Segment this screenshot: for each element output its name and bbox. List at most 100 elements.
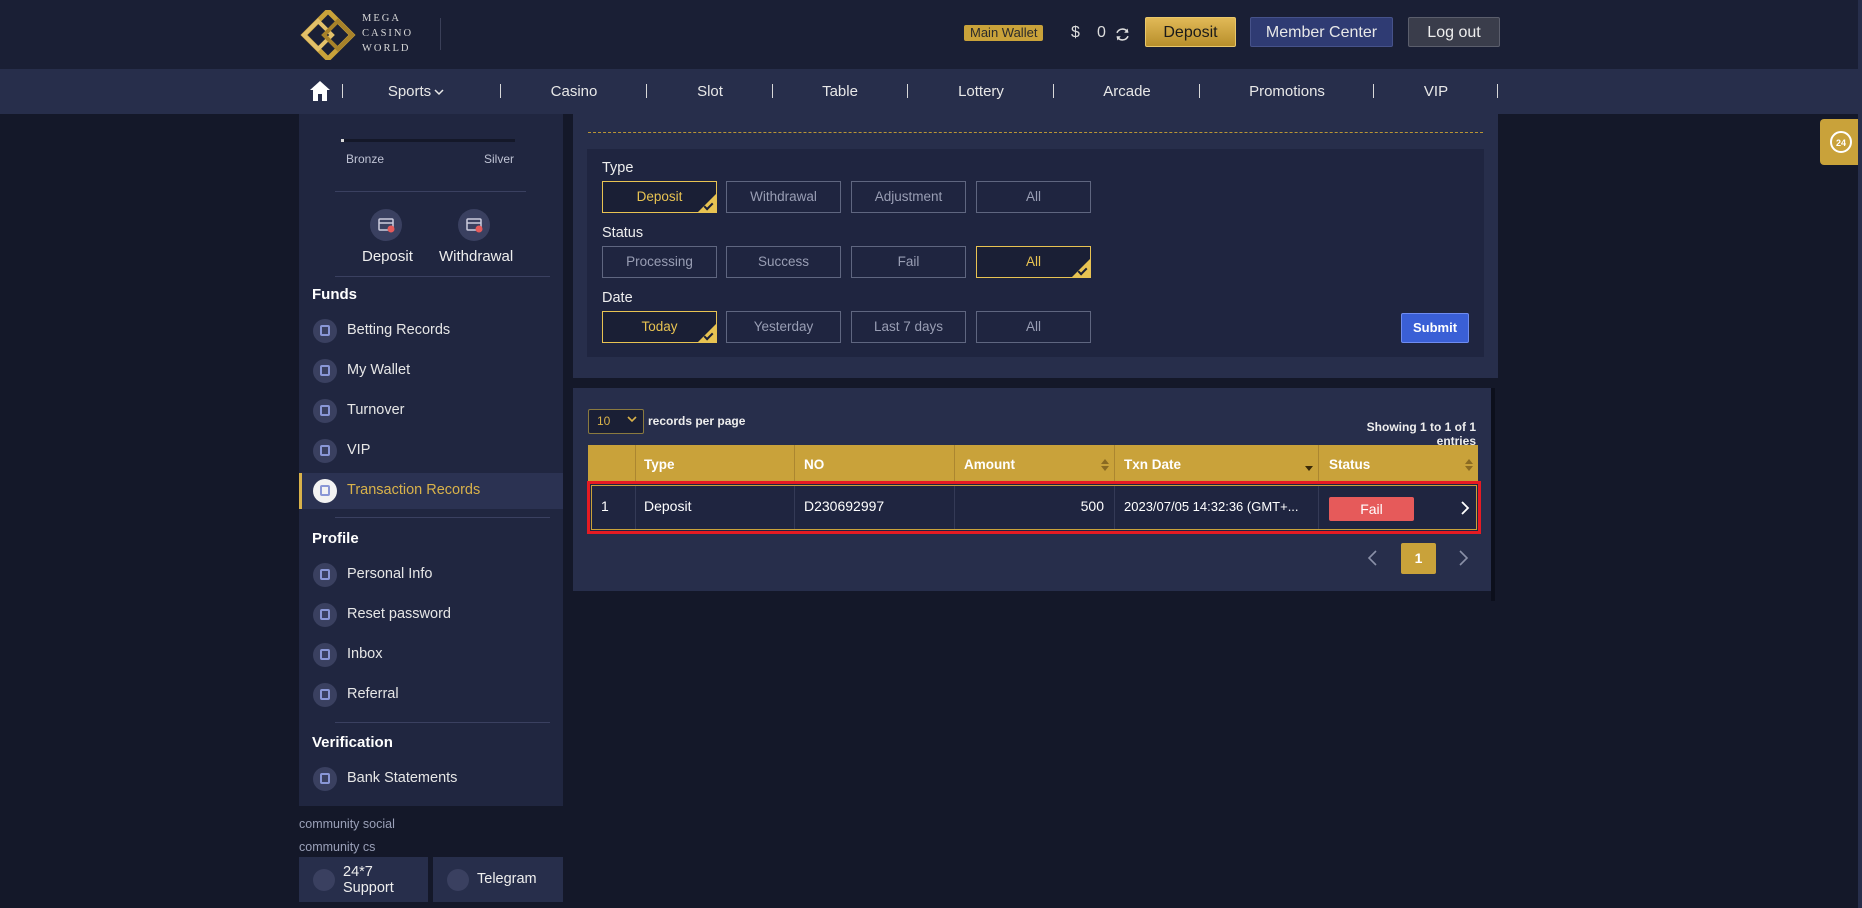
status-success-option[interactable]: Success bbox=[726, 246, 841, 278]
page-number-button[interactable]: 1 bbox=[1401, 543, 1436, 574]
transaction-records-icon bbox=[313, 479, 337, 503]
chevron-down-icon bbox=[434, 89, 444, 96]
sidebar-item-label: Transaction Records bbox=[347, 482, 481, 498]
type-all-option[interactable]: All bbox=[976, 181, 1091, 213]
submit-button[interactable]: Submit bbox=[1401, 313, 1469, 343]
nav-separator bbox=[772, 84, 773, 98]
date-today-option[interactable]: Today bbox=[602, 311, 717, 343]
sidebar-item-label: Turnover bbox=[347, 402, 405, 418]
nav-lottery[interactable]: Lottery bbox=[931, 69, 1031, 114]
sidebar-item-vip[interactable]: VIP bbox=[299, 433, 563, 469]
sidebar-item-label: My Wallet bbox=[347, 362, 411, 378]
per-page-value: 10 bbox=[597, 414, 611, 428]
status-filter-label: Status bbox=[602, 225, 644, 241]
column-divider bbox=[954, 445, 955, 484]
type-filter-label: Type bbox=[602, 160, 634, 176]
sort-icon[interactable] bbox=[1465, 459, 1473, 471]
refresh-icon[interactable] bbox=[1114, 26, 1131, 43]
column-header-status[interactable]: Status bbox=[1329, 445, 1370, 484]
level-current: Bronze bbox=[346, 152, 385, 166]
nav-slot[interactable]: Slot bbox=[660, 69, 760, 114]
support-24-icon: 24 bbox=[1830, 131, 1852, 153]
logout-button[interactable]: Log out bbox=[1408, 17, 1500, 47]
sidebar-item-turnover[interactable]: Turnover bbox=[299, 393, 563, 429]
nav-separator bbox=[342, 84, 343, 98]
status-all-option[interactable]: All bbox=[976, 246, 1091, 278]
nav-sports-label: Sports bbox=[387, 83, 432, 100]
type-withdrawal-option[interactable]: Withdrawal bbox=[726, 181, 841, 213]
status-processing-option[interactable]: Processing bbox=[602, 246, 717, 278]
level-progress-track bbox=[341, 139, 515, 142]
sidebar-item-bank-statements[interactable]: Bank Statements bbox=[299, 761, 563, 797]
nav-separator bbox=[907, 84, 908, 98]
turnover-icon bbox=[313, 399, 337, 423]
date-all-option[interactable]: All bbox=[976, 311, 1091, 343]
sidebar-item-label: Reset password bbox=[347, 606, 451, 622]
sidebar-item-betting-records[interactable]: Betting Records bbox=[299, 313, 563, 349]
member-center-button[interactable]: Member Center bbox=[1250, 17, 1393, 47]
live-support-widget[interactable]: 24 bbox=[1820, 119, 1862, 165]
page-scrollbar[interactable] bbox=[1858, 0, 1862, 908]
support-label-line: 24*7 bbox=[343, 864, 373, 880]
status-fail-option[interactable]: Fail bbox=[851, 246, 966, 278]
sidebar-item-inbox[interactable]: Inbox bbox=[299, 637, 563, 673]
nav-arcade[interactable]: Arcade bbox=[1077, 69, 1177, 114]
sidebar-divider bbox=[335, 722, 550, 723]
sidebar-item-label: Betting Records bbox=[347, 322, 451, 338]
support-label-line: Support bbox=[343, 880, 394, 896]
brand-logo-text: MEGA CASINO WORLD bbox=[362, 11, 413, 56]
sort-desc-icon[interactable] bbox=[1305, 459, 1313, 471]
betting-records-icon bbox=[313, 319, 337, 343]
sidebar-item-reset-password[interactable]: Reset password bbox=[299, 597, 563, 633]
sidebar-item-transaction-records[interactable]: Transaction Records bbox=[299, 473, 563, 509]
type-adjustment-option[interactable]: Adjustment bbox=[851, 181, 966, 213]
withdrawal-wallet-icon[interactable] bbox=[458, 209, 490, 241]
sidebar-item-my-wallet[interactable]: My Wallet bbox=[299, 353, 563, 389]
verification-section-title: Verification bbox=[312, 734, 393, 751]
logo-line: WORLD bbox=[362, 43, 411, 54]
column-header-txn-date[interactable]: Txn Date bbox=[1124, 445, 1181, 484]
nav-table[interactable]: Table bbox=[790, 69, 890, 114]
support-24-7-button[interactable]: 24*7 Support bbox=[299, 857, 428, 902]
type-deposit-option[interactable]: Deposit bbox=[602, 181, 717, 213]
level-progress-fill bbox=[341, 139, 344, 142]
nav-casino[interactable]: Casino bbox=[524, 69, 624, 114]
main-wallet-badge[interactable]: Main Wallet bbox=[964, 25, 1044, 41]
per-page-label: records per page bbox=[648, 414, 746, 428]
date-yesterday-option[interactable]: Yesterday bbox=[726, 311, 841, 343]
column-header-amount[interactable]: Amount bbox=[964, 445, 1015, 484]
sidebar-divider bbox=[335, 191, 526, 192]
sidebar-divider bbox=[335, 276, 550, 277]
chevron-right-icon[interactable] bbox=[1455, 547, 1471, 569]
row-highlight-box bbox=[587, 481, 1481, 534]
column-header-type: Type bbox=[644, 457, 675, 472]
telegram-icon bbox=[447, 869, 469, 891]
nav-promotions[interactable]: Promotions bbox=[1237, 69, 1337, 114]
sidebar-item-label: VIP bbox=[347, 442, 371, 458]
nav-sports[interactable]: Sports bbox=[366, 69, 466, 114]
nav-separator bbox=[1199, 84, 1200, 98]
deposit-wallet-icon[interactable] bbox=[370, 209, 402, 241]
chevron-left-icon[interactable] bbox=[1365, 547, 1381, 569]
logo-line: MEGA bbox=[362, 13, 401, 24]
date-last-7-days-option[interactable]: Last 7 days bbox=[851, 311, 966, 343]
sort-icon[interactable] bbox=[1101, 459, 1109, 471]
sidebar-item-label: Bank Statements bbox=[347, 770, 458, 786]
telegram-button[interactable]: Telegram bbox=[433, 857, 563, 902]
balance-currency: $ bbox=[1071, 24, 1080, 41]
date-filter-label: Date bbox=[602, 290, 633, 306]
nav-vip[interactable]: VIP bbox=[1386, 69, 1486, 114]
sidebar-item-personal-info[interactable]: Personal Info bbox=[299, 557, 563, 593]
top-header bbox=[0, 0, 1862, 69]
nav-separator bbox=[646, 84, 647, 98]
header-deposit-button[interactable]: Deposit bbox=[1145, 17, 1236, 47]
quick-deposit-label[interactable]: Deposit bbox=[362, 248, 413, 265]
column-divider bbox=[635, 445, 636, 484]
wallet-icon bbox=[313, 359, 337, 383]
home-icon[interactable] bbox=[309, 80, 331, 102]
column-divider bbox=[1114, 445, 1115, 484]
personal-info-icon bbox=[313, 563, 337, 587]
quick-withdrawal-label[interactable]: Withdrawal bbox=[439, 248, 513, 265]
sidebar-item-label: Referral bbox=[347, 686, 399, 702]
sidebar-item-referral[interactable]: Referral bbox=[299, 677, 563, 713]
